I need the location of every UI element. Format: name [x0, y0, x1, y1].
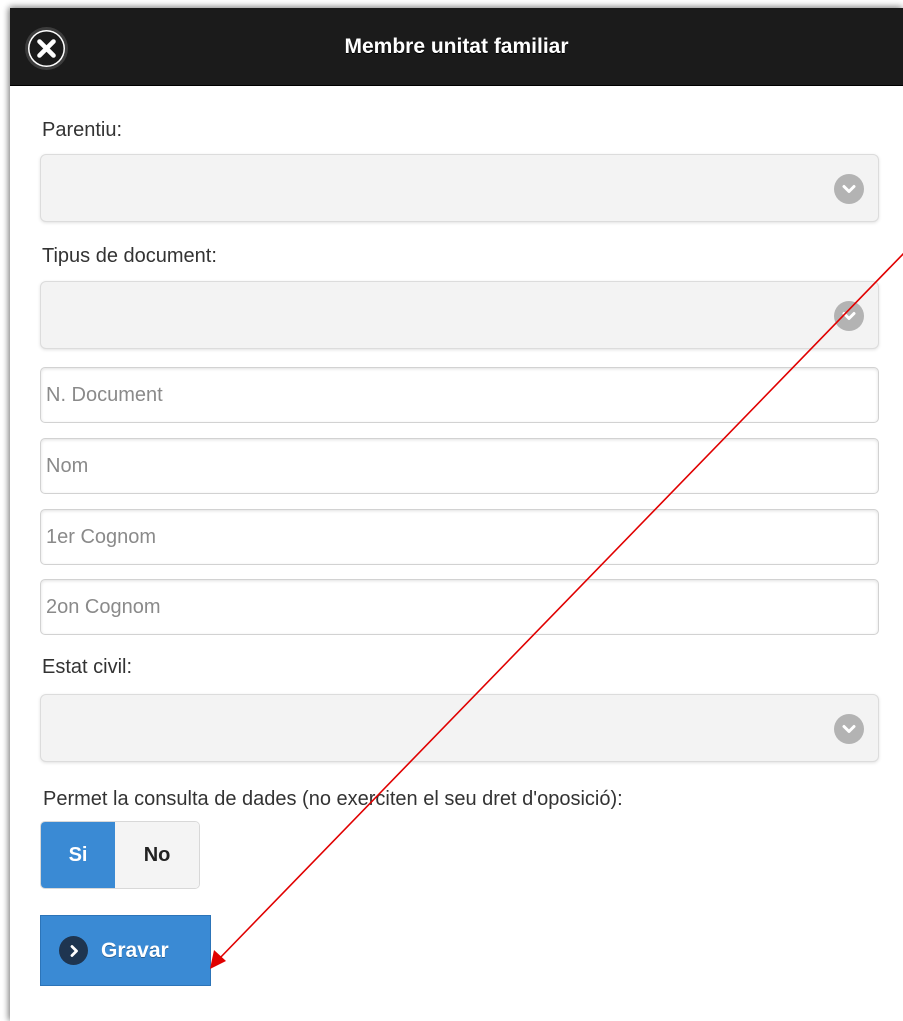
second-surname-field[interactable]: [40, 579, 879, 635]
save-label: Gravar: [101, 938, 169, 962]
consulta-toggle[interactable]: Si No: [40, 821, 200, 889]
document-number-field[interactable]: [40, 367, 879, 423]
first-surname-field[interactable]: [40, 509, 879, 565]
close-button[interactable]: [28, 30, 65, 67]
save-button[interactable]: Gravar: [40, 915, 211, 986]
dialog-header: Membre unitat familiar: [10, 8, 903, 86]
chevron-down-icon: [834, 174, 864, 204]
parentiu-select[interactable]: [40, 154, 879, 222]
dialog: Membre unitat familiar Parentiu: Tipus d…: [10, 8, 903, 1021]
tipus-document-label: Tipus de document:: [42, 245, 217, 267]
chevron-down-icon: [834, 714, 864, 744]
estat-civil-label: Estat civil:: [42, 656, 133, 678]
estat-civil-select[interactable]: [40, 694, 879, 762]
nom-field[interactable]: [40, 438, 879, 494]
close-icon: [29, 31, 64, 66]
tipus-document-select[interactable]: [40, 281, 879, 349]
dialog-title: Membre unitat familiar: [344, 35, 569, 58]
toggle-no[interactable]: No: [115, 822, 199, 888]
parentiu-label: Parentiu:: [42, 119, 123, 141]
chevron-down-icon: [834, 301, 864, 331]
consulta-label: Permet la consulta de dades (no exercite…: [43, 788, 623, 810]
toggle-yes[interactable]: Si: [41, 822, 116, 888]
chevron-right-icon: [59, 936, 88, 965]
